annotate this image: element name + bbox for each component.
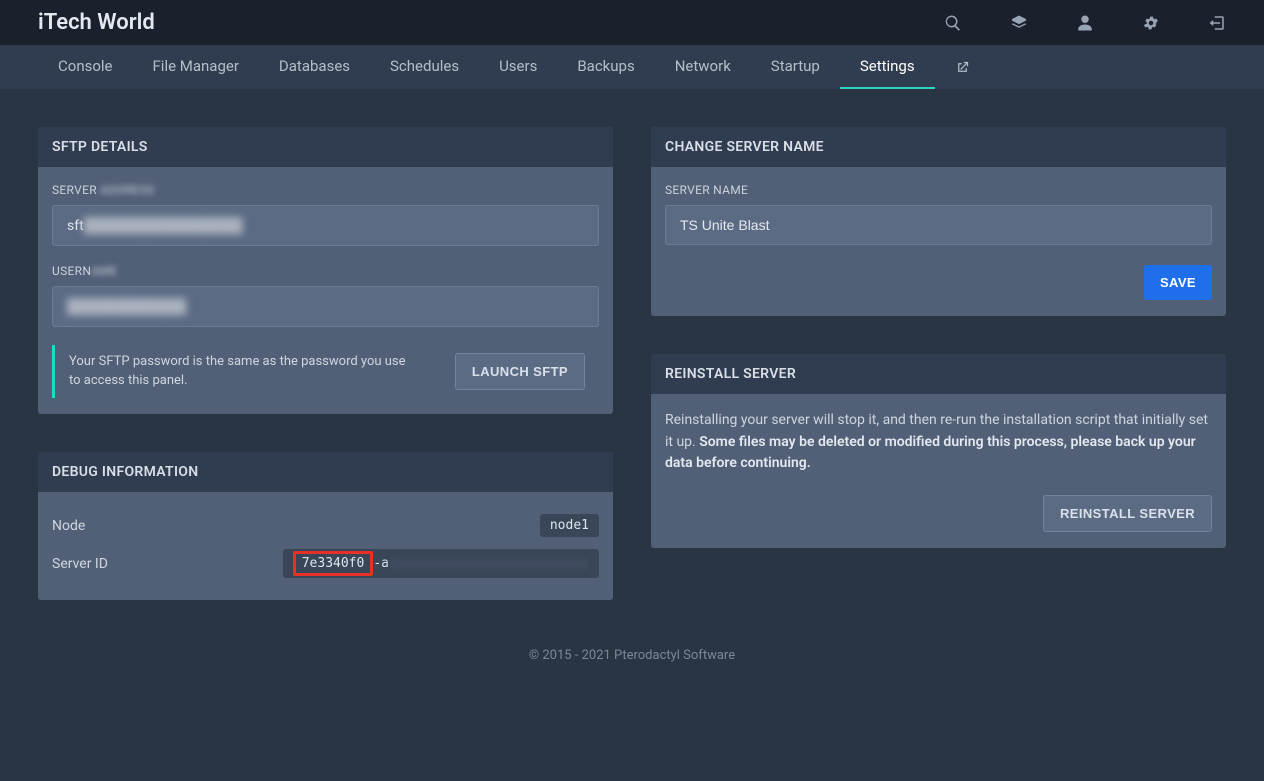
sftp-address-input[interactable]: sft████████████████ <box>52 205 599 246</box>
change-name-header: CHANGE SERVER NAME <box>651 127 1226 167</box>
gears-icon[interactable] <box>1142 14 1160 32</box>
save-button[interactable]: SAVE <box>1144 265 1212 300</box>
external-link-icon <box>955 60 970 75</box>
sftp-details-panel: SFTP DETAILS SERVER ADDRESS sft█████████… <box>38 127 613 414</box>
sftp-username-input[interactable]: ████████████ <box>52 286 599 327</box>
tab-network[interactable]: Network <box>655 45 751 89</box>
logout-icon[interactable] <box>1208 14 1226 32</box>
tab-external-link[interactable] <box>935 45 990 89</box>
user-icon[interactable] <box>1076 14 1094 32</box>
serverid-hidden-part <box>389 558 589 570</box>
debug-serverid-value[interactable]: 7e3340f0-a <box>283 549 599 578</box>
reinstall-panel: REINSTALL SERVER Reinstalling your serve… <box>651 354 1226 548</box>
debug-node-value[interactable]: node1 <box>540 514 599 537</box>
server-name-label: SERVER NAME <box>665 183 1212 197</box>
debug-serverid-label: Server ID <box>52 556 108 572</box>
debug-node-row: Node node1 <box>52 508 599 543</box>
reinstall-header: REINSTALL SERVER <box>651 354 1226 394</box>
tab-backups[interactable]: Backups <box>557 45 654 89</box>
tab-file-manager[interactable]: File Manager <box>133 45 259 89</box>
search-icon[interactable] <box>944 14 962 32</box>
debug-node-label: Node <box>52 518 85 534</box>
footer-copyright: © 2015 - 2021 Pterodactyl Software <box>0 648 1264 663</box>
main-content: SFTP DETAILS SERVER ADDRESS sft█████████… <box>0 89 1264 638</box>
top-icon-group <box>944 14 1226 32</box>
tab-databases[interactable]: Databases <box>259 45 370 89</box>
reinstall-description: Reinstalling your server will stop it, a… <box>665 410 1212 475</box>
tab-settings[interactable]: Settings <box>840 45 935 89</box>
tab-startup[interactable]: Startup <box>751 45 840 89</box>
server-name-input[interactable] <box>665 205 1212 245</box>
serverid-highlighted-part: 7e3340f0 <box>293 551 374 576</box>
debug-panel-header: DEBUG INFORMATION <box>38 452 613 492</box>
sftp-address-label: SERVER ADDRESS <box>52 183 599 197</box>
tab-console[interactable]: Console <box>38 45 133 89</box>
debug-serverid-row: Server ID 7e3340f0-a <box>52 543 599 584</box>
reinstall-button[interactable]: REINSTALL SERVER <box>1043 495 1212 532</box>
brand-title[interactable]: iTech World <box>38 10 155 35</box>
tab-schedules[interactable]: Schedules <box>370 45 479 89</box>
debug-info-panel: DEBUG INFORMATION Node node1 Server ID 7… <box>38 452 613 600</box>
launch-sftp-button[interactable]: LAUNCH SFTP <box>455 353 585 390</box>
tab-users[interactable]: Users <box>479 45 557 89</box>
sftp-note: Your SFTP password is the same as the pa… <box>69 353 419 389</box>
sftp-footer: Your SFTP password is the same as the pa… <box>52 345 599 398</box>
navbar: Console File Manager Databases Schedules… <box>0 45 1264 89</box>
layers-icon[interactable] <box>1010 14 1028 32</box>
topbar: iTech World <box>0 0 1264 45</box>
sftp-panel-header: SFTP DETAILS <box>38 127 613 167</box>
sftp-username-label: USERNAME <box>52 264 599 278</box>
change-name-panel: CHANGE SERVER NAME SERVER NAME SAVE <box>651 127 1226 316</box>
